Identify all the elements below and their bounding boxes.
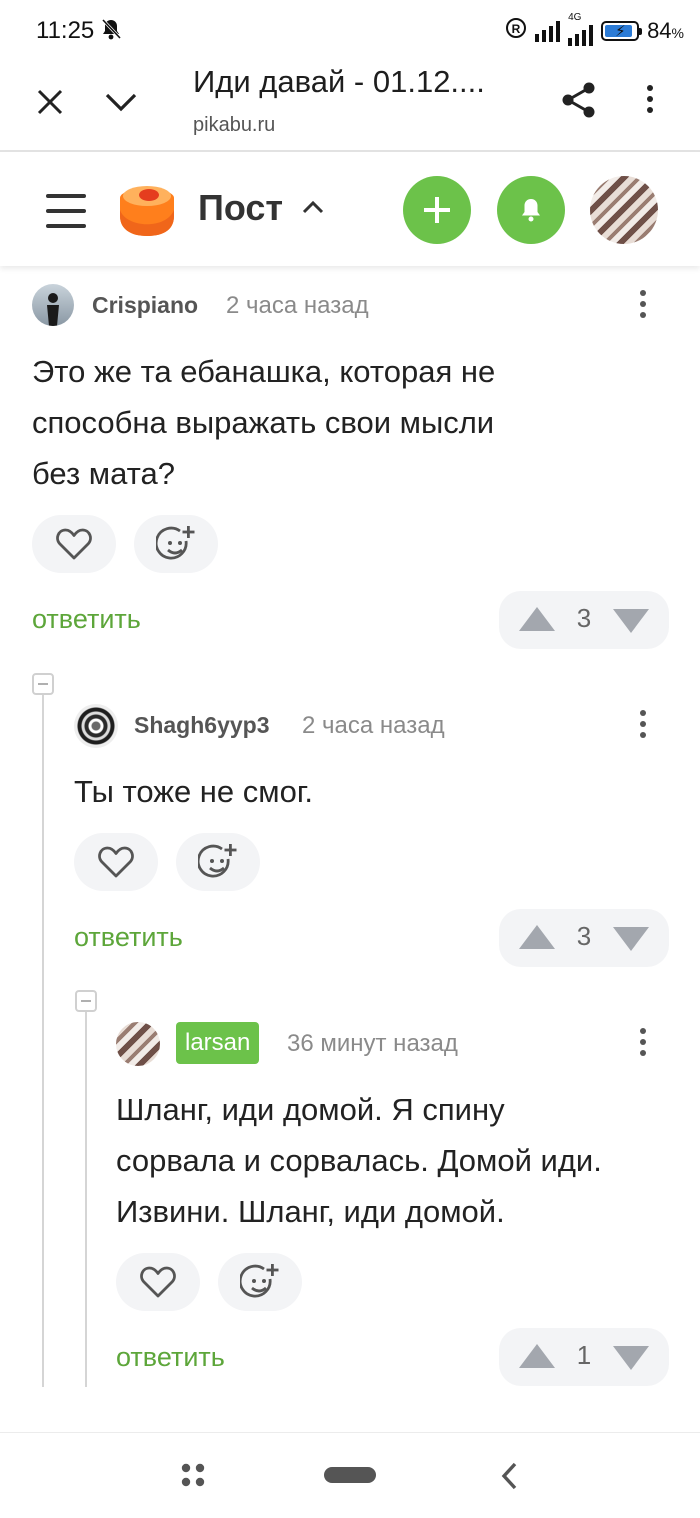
bell-icon [522,199,540,222]
mute-icon [100,17,122,46]
section-title[interactable]: Пост [198,187,283,229]
signal-4g-icon: 4G [568,12,594,46]
comment-time: 36 минут назад [287,1030,458,1057]
comment-line: Шланг, иди домой. Я спину [116,1092,505,1127]
comment-time: 2 часа назад [302,712,445,739]
like-button[interactable] [32,515,116,573]
downvote-icon[interactable] [613,609,649,633]
heart-icon [56,528,92,560]
rating-control: 1 [499,1328,669,1386]
network-type: 4G [568,12,582,23]
app-switcher-icon[interactable] [181,1463,205,1492]
chevron-down-icon[interactable] [104,92,138,117]
chevron-up-icon[interactable] [302,200,324,219]
collapse-thread-icon[interactable] [75,990,97,1012]
downvote-icon[interactable] [613,927,649,951]
comment-author[interactable]: Crispiano [92,292,198,319]
downvote-icon[interactable] [613,1346,649,1370]
reply-link[interactable]: ответить [32,604,141,635]
avatar[interactable] [74,704,118,748]
user-avatar[interactable] [590,176,658,244]
page-url[interactable]: pikabu.ru [193,114,275,137]
more-options-icon[interactable] [645,85,655,113]
comment-author[interactable]: Shagh6yyp3 [134,712,270,739]
comment-menu-icon[interactable] [638,710,648,738]
collapse-thread-icon[interactable] [32,673,54,695]
back-icon[interactable] [500,1461,518,1496]
svg-text:R: R [512,22,521,36]
comment-line: способна выражать свои мысли [32,405,495,440]
comment-text: Ты тоже не смог. [74,766,313,817]
system-navigation-bar [0,1432,700,1518]
like-button[interactable] [74,833,158,891]
battery-icon: ⚡ [601,21,643,41]
signal-icon [535,20,561,42]
comment-text: Шланг, иди домой. Я спину сорвала и сорв… [116,1084,602,1237]
rating-control: 3 [499,909,669,967]
comment-line: Ты тоже не смог. [74,774,313,809]
thread-line [42,695,44,1387]
menu-icon[interactable] [46,194,86,233]
add-reaction-icon [198,844,237,878]
comment-line: Извини. Шланг, иди домой. [116,1194,505,1229]
reply-link[interactable]: ответить [74,922,183,953]
battery-value: 84 [647,18,672,43]
comment-line: сорвала и сорвалась. Домой иди. [116,1143,602,1178]
comment-line: без мата? [32,456,175,491]
heart-icon [98,846,134,878]
avatar[interactable] [116,1022,160,1066]
close-icon[interactable] [36,88,64,121]
rating-control: 3 [499,591,669,649]
reaction-button[interactable] [134,515,218,573]
comment-time: 2 часа назад [226,292,369,319]
registered-icon: R [505,17,527,45]
plus-icon [424,197,450,223]
reaction-button[interactable] [218,1253,302,1311]
battery-unit: % [671,25,684,41]
add-post-button[interactable] [403,176,471,244]
comment-menu-icon[interactable] [638,1028,648,1056]
reply-link[interactable]: ответить [116,1342,225,1373]
status-bar: 11:25 R 4G ⚡ 84% [0,0,700,62]
heart-icon [140,1266,176,1298]
page-title: Иди давай - 01.12.... [193,64,485,99]
add-reaction-icon [156,526,195,560]
avatar[interactable] [32,284,74,326]
battery-level: 84% [647,18,684,44]
home-pill-icon[interactable] [324,1467,376,1483]
comment-author-badge[interactable]: larsan [176,1022,260,1064]
status-time: 11:25 [36,17,95,44]
thread-line [85,1012,87,1387]
share-icon[interactable] [561,81,597,124]
comment-menu-icon[interactable] [638,290,648,318]
comment-text: Это же та ебанашка, которая не способна … [32,346,495,499]
comment-line: Это же та ебанашка, которая не [32,354,496,389]
reaction-button[interactable] [176,833,260,891]
browser-toolbar: Иди давай - 01.12.... pikabu.ru [0,62,700,152]
site-header: Пост [0,152,700,266]
pikabu-logo-icon[interactable] [116,180,178,243]
like-button[interactable] [116,1253,200,1311]
notifications-button[interactable] [497,176,565,244]
add-reaction-icon [240,1264,279,1298]
